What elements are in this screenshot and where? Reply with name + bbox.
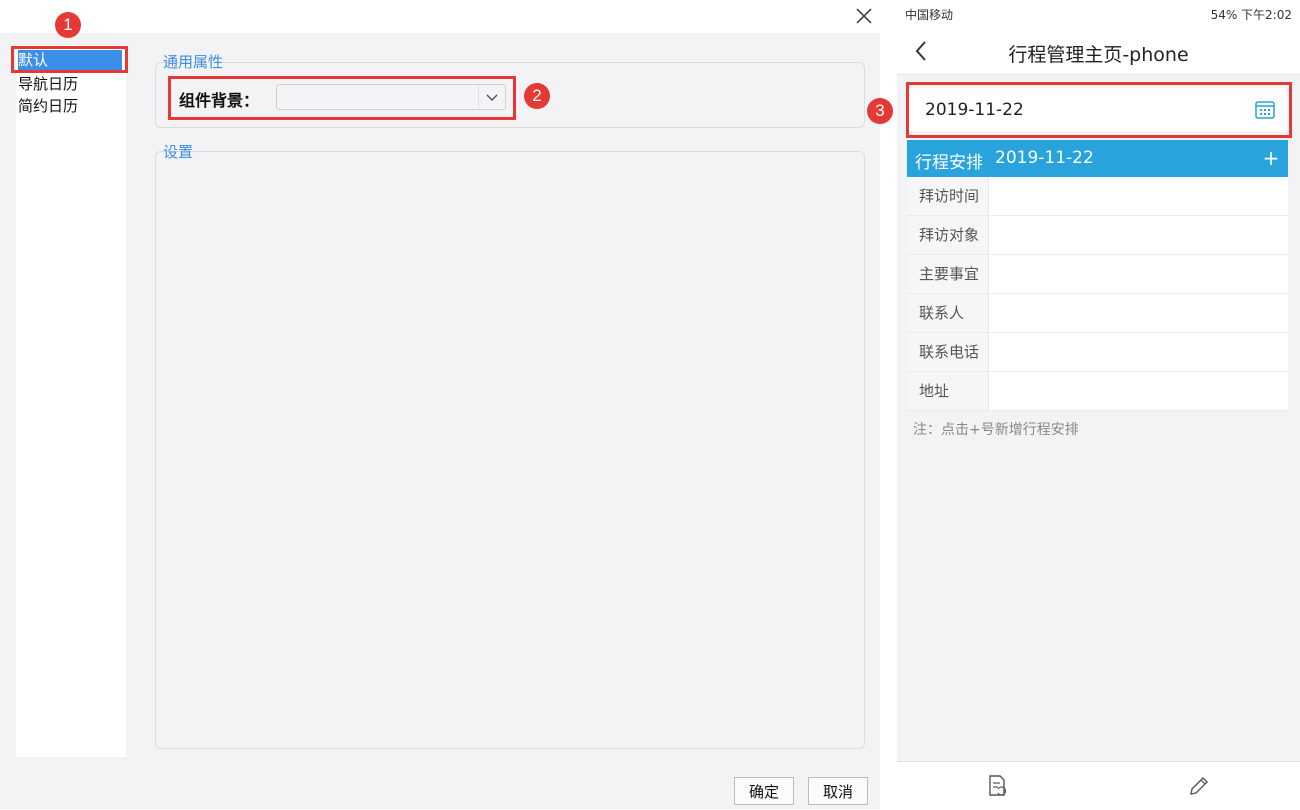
- field-label: 拜访对象: [907, 216, 989, 254]
- properties-dialog: 默认 导航日历 简约日历 通用属性 组件背景： 设置 确定 取消: [0, 0, 880, 809]
- style-list: 默认 导航日历 简约日历: [16, 45, 126, 757]
- schedule-header: 行程安排 2019-11-22 +: [907, 140, 1288, 177]
- close-icon[interactable]: [852, 4, 876, 28]
- battery-time-label: 54% 下午2:02: [1210, 8, 1292, 22]
- settings-section-label: 设置: [163, 143, 194, 161]
- table-row: 联系人: [907, 294, 1288, 333]
- table-row: 主要事宜: [907, 255, 1288, 294]
- field-value[interactable]: [990, 216, 1288, 254]
- table-row: 联系电话: [907, 333, 1288, 372]
- field-value[interactable]: [990, 177, 1288, 215]
- field-label: 联系电话: [907, 333, 989, 371]
- schedule-table: 拜访时间 拜访对象 主要事宜 联系人 联系电话 地址: [907, 177, 1288, 411]
- settings-section: [155, 151, 865, 749]
- document-refresh-icon[interactable]: [986, 774, 1008, 798]
- dialog-titlebar: [0, 0, 880, 33]
- field-value[interactable]: [990, 294, 1288, 332]
- highlight-box-2: [168, 76, 516, 120]
- cancel-button[interactable]: 取消: [808, 777, 868, 805]
- table-row: 拜访对象: [907, 216, 1288, 255]
- schedule-date: 2019-11-22: [995, 148, 1094, 168]
- add-schedule-button[interactable]: +: [1260, 144, 1282, 172]
- ok-button[interactable]: 确定: [734, 777, 794, 805]
- field-label: 拜访时间: [907, 177, 989, 215]
- carrier-label: 中国移动: [905, 8, 954, 22]
- annotation-badge-2: 2: [524, 83, 550, 109]
- nav-bar: 行程管理主页-phone: [897, 28, 1300, 75]
- list-item-nav-calendar[interactable]: 导航日历: [18, 74, 78, 94]
- field-value[interactable]: [990, 372, 1288, 410]
- annotation-badge-3: 3: [867, 98, 893, 124]
- bottom-toolbar: [897, 761, 1300, 810]
- back-arrow-icon[interactable]: [911, 38, 933, 64]
- page-title: 行程管理主页-phone: [1008, 44, 1189, 66]
- list-item-simple-calendar[interactable]: 简约日历: [18, 96, 78, 116]
- highlight-box-3: [906, 82, 1292, 138]
- field-value[interactable]: [990, 333, 1288, 371]
- highlight-box-1: [11, 46, 128, 73]
- table-row: 拜访时间: [907, 177, 1288, 216]
- table-row: 地址: [907, 372, 1288, 411]
- field-label: 主要事宜: [907, 255, 989, 293]
- field-label: 地址: [907, 372, 989, 410]
- general-section-label: 通用属性: [163, 53, 224, 71]
- annotation-badge-1: 1: [55, 12, 81, 38]
- field-label: 联系人: [907, 294, 989, 332]
- schedule-title: 行程安排: [915, 153, 983, 173]
- field-value[interactable]: [990, 255, 1288, 293]
- status-bar: 中国移动 54% 下午2:02: [897, 0, 1300, 28]
- hint-note: 注：点击+号新增行程安排: [913, 422, 1079, 438]
- pencil-icon[interactable]: [1187, 774, 1211, 798]
